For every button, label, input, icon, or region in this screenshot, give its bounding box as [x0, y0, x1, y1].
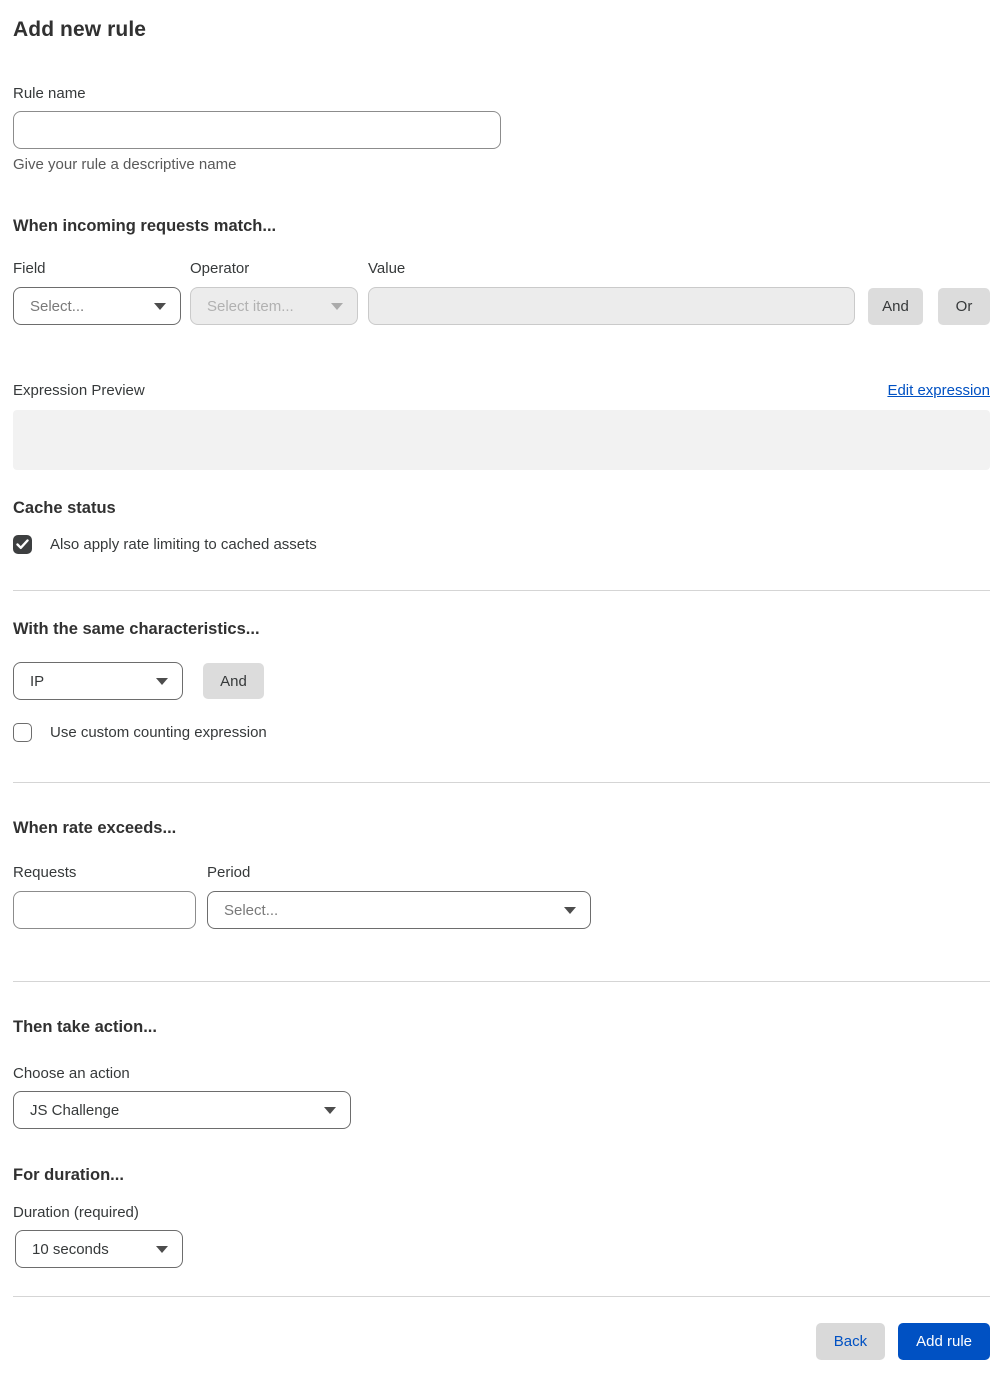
requests-input[interactable]	[13, 891, 196, 929]
cache-status-heading: Cache status	[13, 499, 116, 517]
rule-name-helper: Give your rule a descriptive name	[13, 156, 237, 173]
match-row: Field Select... Operator Select item... …	[13, 260, 990, 325]
operator-label: Operator	[190, 260, 250, 277]
chevron-down-icon	[154, 302, 166, 310]
action-heading: Then take action...	[13, 1018, 157, 1036]
value-input	[368, 287, 855, 325]
chevron-down-icon	[324, 1106, 336, 1114]
rate-heading: When rate exceeds...	[13, 819, 177, 837]
operator-column: Operator Select item...	[190, 260, 358, 325]
footer-actions: Back Add rule	[13, 1323, 990, 1360]
rate-row: Requests Period Select...	[13, 864, 990, 929]
match-section-heading: When incoming requests match...	[13, 217, 277, 235]
custom-counting-checkbox-label: Use custom counting expression	[50, 724, 267, 741]
divider	[13, 1296, 990, 1297]
expression-preview-row: Expression Preview Edit expression	[13, 382, 990, 399]
chevron-down-icon	[156, 677, 168, 685]
cached-assets-checkbox-label: Also apply rate limiting to cached asset…	[50, 536, 317, 553]
period-label: Period	[207, 864, 251, 881]
period-select-value: Select...	[224, 901, 279, 919]
value-label: Value	[368, 260, 406, 277]
characteristic-select[interactable]: IP	[13, 662, 183, 700]
add-rule-form: Add new rule Rule name Give your rule a …	[0, 0, 1002, 1380]
characteristic-select-value: IP	[30, 672, 45, 690]
choose-action-label: Choose an action	[13, 1065, 130, 1082]
characteristics-and-button[interactable]: And	[203, 663, 264, 699]
and-button[interactable]: And	[868, 288, 923, 325]
field-label: Field	[13, 260, 46, 277]
chevron-down-icon	[331, 302, 343, 310]
characteristics-heading: With the same characteristics...	[13, 620, 260, 638]
rule-name-label: Rule name	[13, 85, 86, 102]
operator-select: Select item...	[190, 287, 358, 325]
expression-preview-box	[13, 410, 990, 470]
characteristics-row: IP And	[13, 662, 990, 700]
expression-preview-label: Expression Preview	[13, 382, 145, 399]
duration-heading: For duration...	[13, 1166, 124, 1184]
rule-name-section: Rule name Give your rule a descriptive n…	[13, 85, 990, 173]
checkmark-icon	[16, 539, 29, 549]
divider	[13, 981, 990, 982]
period-select[interactable]: Select...	[207, 891, 591, 929]
add-rule-button[interactable]: Add rule	[898, 1323, 990, 1360]
action-select-value: JS Challenge	[30, 1101, 120, 1119]
page-title: Add new rule	[13, 18, 147, 41]
cache-checkbox-row: Also apply rate limiting to cached asset…	[13, 535, 990, 554]
rule-name-input[interactable]	[13, 111, 501, 149]
requests-column: Requests	[13, 864, 196, 929]
duration-select[interactable]: 10 seconds	[15, 1230, 183, 1268]
back-button[interactable]: Back	[815, 1323, 886, 1360]
period-column: Period Select...	[207, 864, 591, 929]
edit-expression-link[interactable]: Edit expression	[887, 382, 990, 399]
duration-label: Duration (required)	[13, 1204, 139, 1221]
divider	[13, 782, 990, 783]
counting-expression-row: Use custom counting expression	[13, 723, 990, 742]
field-select[interactable]: Select...	[13, 287, 181, 325]
operator-select-value: Select item...	[207, 297, 294, 315]
chevron-down-icon	[156, 1245, 168, 1253]
action-select[interactable]: JS Challenge	[13, 1091, 351, 1129]
custom-counting-checkbox[interactable]	[13, 723, 32, 742]
field-select-value: Select...	[30, 297, 85, 315]
cached-assets-checkbox[interactable]	[13, 535, 32, 554]
value-column: Value	[368, 260, 855, 325]
chevron-down-icon	[564, 906, 576, 914]
or-button[interactable]: Or	[938, 288, 990, 325]
field-column: Field Select...	[13, 260, 181, 325]
duration-select-value: 10 seconds	[32, 1240, 109, 1258]
requests-label: Requests	[13, 864, 77, 881]
divider	[13, 590, 990, 591]
